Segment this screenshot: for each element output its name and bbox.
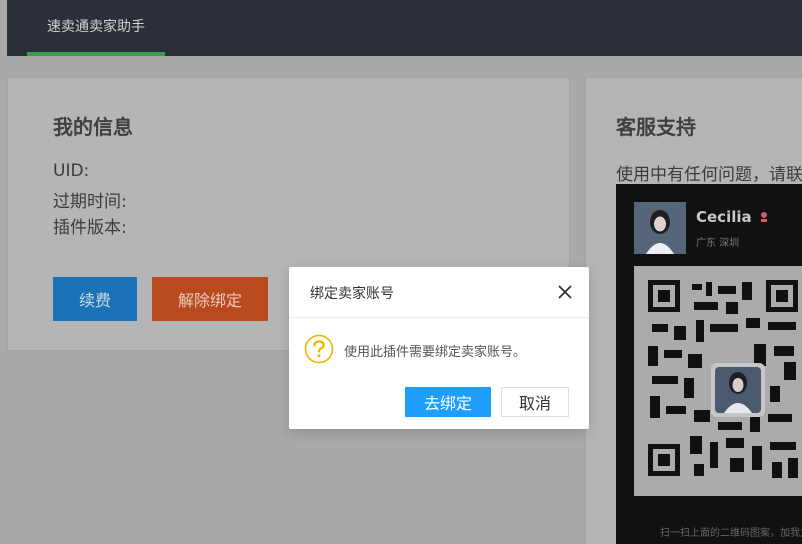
qr-center-avatar bbox=[711, 363, 765, 417]
renew-button[interactable]: 续费 bbox=[53, 277, 137, 321]
unbind-button[interactable]: 解除绑定 bbox=[152, 277, 268, 321]
support-description: 使用中有任何问题，请联系 bbox=[616, 165, 802, 185]
question-circle-icon bbox=[304, 334, 334, 364]
nav-tab-seller-assistant[interactable]: 速卖通卖家助手 bbox=[27, 0, 165, 56]
avatar bbox=[634, 202, 686, 254]
customer-support-card: 客服支持 使用中有任何问题，请联系 Cecilia 广东 深圳 扫一扫上面的二维… bbox=[586, 78, 802, 544]
close-icon[interactable] bbox=[555, 282, 575, 302]
info-card-title: 我的信息 bbox=[53, 115, 133, 139]
dialog-message: 使用此插件需要绑定卖家账号。 bbox=[344, 345, 527, 360]
qr-caption: 扫一扫上面的二维码图案，加我为朋友。 bbox=[660, 528, 802, 539]
profile-name-text: Cecilia bbox=[696, 208, 752, 226]
wechat-qr-card: Cecilia 广东 深圳 扫一扫上面的二维码图案，加我 bbox=[616, 184, 802, 544]
expire-time-label: 过期时间: bbox=[53, 192, 127, 212]
plugin-version-label: 插件版本: bbox=[53, 218, 127, 238]
nav-tab-label: 速卖通卖家助手 bbox=[47, 19, 145, 35]
bind-account-dialog: 绑定卖家账号 使用此插件需要绑定卖家账号。 去绑定 取消 bbox=[289, 267, 589, 429]
uid-label: UID: bbox=[53, 161, 90, 181]
go-bind-button[interactable]: 去绑定 bbox=[405, 387, 491, 417]
profile-name: Cecilia bbox=[696, 208, 769, 226]
support-card-title: 客服支持 bbox=[616, 115, 696, 139]
cancel-button[interactable]: 取消 bbox=[501, 387, 569, 417]
dialog-divider bbox=[289, 317, 589, 318]
profile-region: 广东 深圳 bbox=[696, 238, 740, 249]
dialog-title: 绑定卖家账号 bbox=[310, 286, 394, 302]
female-icon bbox=[760, 212, 767, 222]
top-navbar: 速卖通卖家助手 bbox=[7, 0, 802, 56]
